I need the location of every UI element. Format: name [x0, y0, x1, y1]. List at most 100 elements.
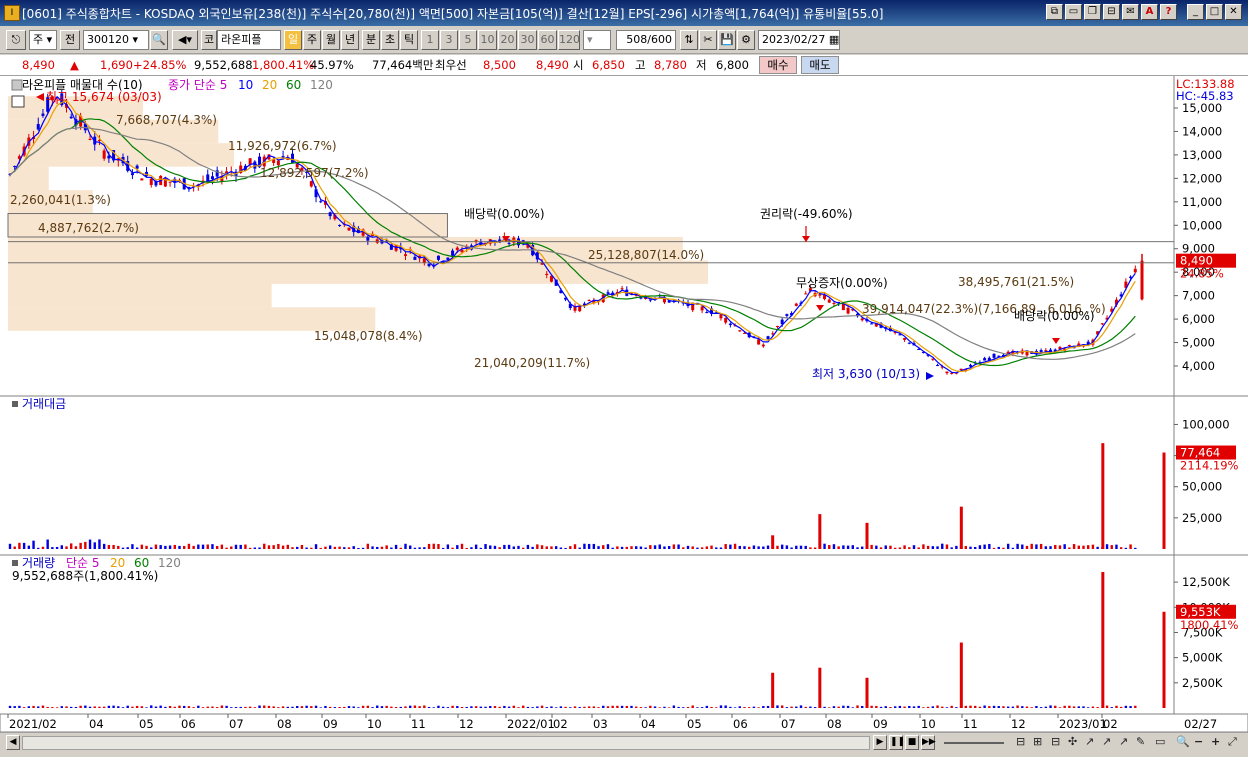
volume-bar	[234, 707, 238, 708]
volume-bar	[1110, 707, 1113, 708]
stock-chart[interactable]: 7,668,707(4.3%) 11,926,972(6.7%) 12,892,59…	[0, 76, 1248, 732]
speaker-icon[interactable]: ◀▾	[172, 30, 198, 50]
prev-button[interactable]: 전	[60, 30, 80, 50]
candle-body	[413, 256, 417, 260]
minute-60-button[interactable]: 60	[538, 30, 557, 50]
period-select[interactable]: 주 ▾	[29, 30, 57, 50]
maximize-button[interactable]: □	[1206, 4, 1223, 20]
amount-bar	[978, 545, 982, 549]
buy-button[interactable]: 매수	[759, 56, 797, 74]
volume-profile-label: 15,048,078(8.4%)	[314, 329, 423, 343]
zoom-out-icon[interactable]: −	[1194, 735, 1203, 748]
minute-3-button[interactable]: 3	[440, 30, 458, 50]
minute-5-button[interactable]: 5	[459, 30, 477, 50]
amount-bar	[780, 544, 784, 549]
custom-interval-select[interactable]: ▾	[583, 30, 611, 50]
period-day-button[interactable]: 일	[284, 30, 302, 50]
amount-bar	[799, 545, 803, 549]
minute-30-button[interactable]: 30	[518, 30, 537, 50]
volume-bar	[239, 706, 242, 708]
amount-bar	[272, 545, 275, 549]
grid-icon[interactable]: ⊞	[1033, 735, 1042, 748]
period-year-button[interactable]: 년	[341, 30, 359, 50]
stock-name-field[interactable]: 라온피플	[217, 30, 281, 50]
zoom-icon[interactable]: 🔍	[1176, 735, 1190, 748]
fast-forward-button[interactable]: ▶▶	[921, 735, 936, 750]
scroll-left-button[interactable]: ◀	[6, 735, 20, 750]
tool-icon[interactable]: ✂	[699, 30, 717, 50]
volume-bar	[1016, 705, 1019, 708]
search-icon[interactable]: 🔍	[150, 30, 168, 50]
trend-icon[interactable]: ↗	[1102, 735, 1111, 748]
restore-panel-icon[interactable]: ❐	[1084, 4, 1101, 20]
volume-bar	[1044, 706, 1048, 708]
draw-line-icon[interactable]: ↗	[1085, 735, 1094, 748]
font-a-icon[interactable]: A	[1141, 4, 1158, 20]
period-tick-button[interactable]: 틱	[400, 30, 418, 50]
chart-swap-icon[interactable]: ⇅	[680, 30, 698, 50]
email-icon[interactable]: ✉	[1122, 4, 1139, 20]
minimize-button[interactable]: _	[1187, 4, 1204, 20]
date-input[interactable]: 2023/02/27 ▦	[758, 30, 840, 50]
y-tick-label: 14,000	[1182, 124, 1222, 138]
period-month-button[interactable]: 월	[322, 30, 340, 50]
period-minute-button[interactable]: 분	[362, 30, 380, 50]
minimize-panel-icon[interactable]: ▭	[1065, 4, 1082, 20]
crosshair-icon[interactable]: ✣	[1068, 735, 1077, 748]
minute-120-button[interactable]: 120	[558, 30, 580, 50]
market-button[interactable]: 코	[201, 30, 217, 50]
layout-icon[interactable]: ⊟	[1016, 735, 1025, 748]
volume-bar	[997, 706, 1000, 708]
period-second-button[interactable]: 초	[381, 30, 399, 50]
speed-slider[interactable]	[944, 742, 1004, 744]
sell-button[interactable]: 매도	[801, 56, 839, 74]
minute-10-button[interactable]: 10	[478, 30, 497, 50]
quote-bar: 8,490 ▲ 1,690 +24.85% 9,552,688 1,800.41…	[0, 55, 1248, 76]
amount-bar	[1072, 544, 1076, 549]
panel-icon[interactable]: ⊟	[1051, 735, 1060, 748]
screen-icon[interactable]: ▭	[1155, 735, 1165, 748]
amount-spike-bar	[959, 506, 963, 549]
close-button[interactable]: ✕	[1225, 4, 1242, 20]
amount-bar	[18, 542, 21, 549]
stock-code-input[interactable]: 300120 ▾	[83, 30, 149, 50]
volume-value: 9,552,688	[194, 58, 253, 72]
stop-button[interactable]: ■	[905, 735, 919, 750]
price-legend-ma: 종가 단순 5	[168, 78, 227, 92]
period-week-button[interactable]: 주	[303, 30, 321, 50]
candle-body	[969, 364, 972, 367]
zoom-in-icon[interactable]: +	[1211, 735, 1220, 748]
candle-body	[168, 181, 172, 183]
minute-20-button[interactable]: 20	[498, 30, 517, 50]
save-icon[interactable]: 💾	[718, 30, 736, 50]
price-legend-period: 120	[310, 78, 333, 92]
amount-bar	[893, 547, 897, 549]
minute-1-button[interactable]: 1	[421, 30, 439, 50]
link-icon[interactable]: ⎋	[6, 30, 26, 50]
amount-bar	[1002, 547, 1005, 549]
volume-bar	[955, 707, 958, 708]
horizontal-scrollbar[interactable]	[22, 736, 870, 750]
settings-gear-icon[interactable]: ⚙	[737, 30, 755, 50]
link-window-icon[interactable]: ⧉	[1046, 4, 1063, 20]
amount-bar	[809, 547, 812, 549]
help-icon[interactable]: ?	[1160, 4, 1177, 20]
volume-profile-label: 11,926,972(6.7%)	[228, 139, 337, 153]
data-count-field[interactable]: 508/600	[616, 30, 676, 50]
amount-bar	[1054, 544, 1057, 549]
x-tick-label: 10	[367, 717, 382, 731]
arrow-tool-icon[interactable]: ↗	[1119, 735, 1128, 748]
volume-bar	[343, 706, 346, 708]
brush-icon[interactable]: ✎	[1136, 735, 1145, 748]
volume-bar	[988, 706, 991, 708]
scroll-right-button[interactable]: ▶	[873, 735, 887, 750]
amount-bar	[1134, 547, 1137, 549]
fullscreen-icon[interactable]: ⤢	[1228, 735, 1237, 749]
volume-bar	[992, 705, 996, 708]
candle-body	[507, 242, 511, 244]
volume-bar	[441, 706, 445, 708]
volume-bar	[804, 706, 807, 708]
pause-button[interactable]: ❚❚	[889, 735, 905, 750]
split-window-icon[interactable]: ⊟	[1103, 4, 1120, 20]
volume-bar	[569, 707, 572, 708]
